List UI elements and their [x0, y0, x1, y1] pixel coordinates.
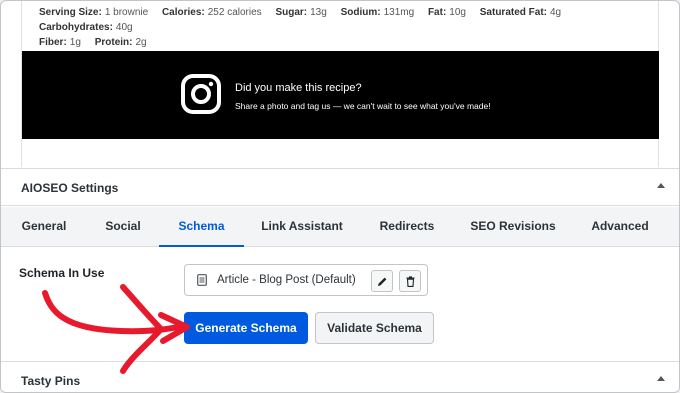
nutrition-item: Serving Size: 1 brownie — [39, 7, 149, 18]
editor-frame: Serving Size: 1 brownie Calories: 252 calo… — [0, 0, 680, 393]
instagram-cta-title: Did you make this recipe? — [235, 82, 362, 94]
nutrition-facts: Serving Size: 1 brownie Calories: 252 calo… — [39, 5, 649, 50]
tab-link-assistant[interactable]: Link Assistant — [244, 207, 360, 247]
tasty-pins-title: Tasty Pins — [21, 374, 81, 388]
nutrition-item: Sodium: 131mg — [340, 7, 415, 18]
tab-redirects[interactable]: Redirects — [360, 207, 454, 247]
nutrition-item: Fiber: 1g — [39, 37, 81, 48]
tasty-pins-header[interactable]: Tasty Pins — [1, 361, 679, 392]
schema-in-use-item: Article - Blog Post (Default) — [184, 264, 428, 296]
schema-name: Article - Blog Post (Default) — [217, 274, 356, 286]
nutrition-item: Protein: 2g — [94, 37, 147, 48]
trash-icon — [406, 276, 415, 287]
edit-schema-button[interactable] — [371, 270, 393, 292]
recipe-card: Serving Size: 1 brownie Calories: 252 calo… — [21, 1, 659, 167]
generate-schema-button[interactable]: Generate Schema — [184, 312, 308, 344]
document-icon — [197, 274, 207, 286]
tab-seo-revisions[interactable]: SEO Revisions — [454, 207, 572, 247]
tab-schema[interactable]: Schema — [159, 207, 244, 247]
instagram-cta-subtitle: Share a photo and tag us — we can't wait… — [235, 101, 491, 111]
validate-schema-button[interactable]: Validate Schema — [315, 312, 434, 344]
pencil-icon — [378, 277, 387, 286]
collapse-caret-icon[interactable] — [657, 183, 665, 188]
nutrition-item: Calories: 252 calories — [161, 7, 262, 18]
nutrition-item: Carbohydrates: 40g — [39, 22, 133, 33]
tab-social[interactable]: Social — [87, 207, 159, 247]
tab-advanced[interactable]: Advanced — [572, 207, 668, 247]
nutrition-item: Sugar: 13g — [275, 7, 327, 18]
tab-general[interactable]: General — [1, 207, 87, 247]
instagram-icon[interactable] — [180, 73, 222, 115]
aioseo-settings-title: AIOSEO Settings — [21, 181, 119, 195]
collapse-caret-icon[interactable] — [657, 376, 665, 381]
delete-schema-button[interactable] — [399, 270, 421, 292]
schema-panel: Schema In Use Article - Blog Post (Defau… — [1, 247, 679, 360]
schema-in-use-label: Schema In Use — [19, 266, 105, 280]
aioseo-tab-bar: General Social Schema Link Assistant Red… — [1, 207, 679, 247]
instagram-cta-banner: Did you make this recipe? Share a photo … — [22, 51, 659, 139]
nutrition-item: Fat: 10g — [427, 7, 466, 18]
nutrition-item: Saturated Fat: 4g — [479, 7, 562, 18]
aioseo-settings-header[interactable]: AIOSEO Settings — [1, 168, 679, 206]
